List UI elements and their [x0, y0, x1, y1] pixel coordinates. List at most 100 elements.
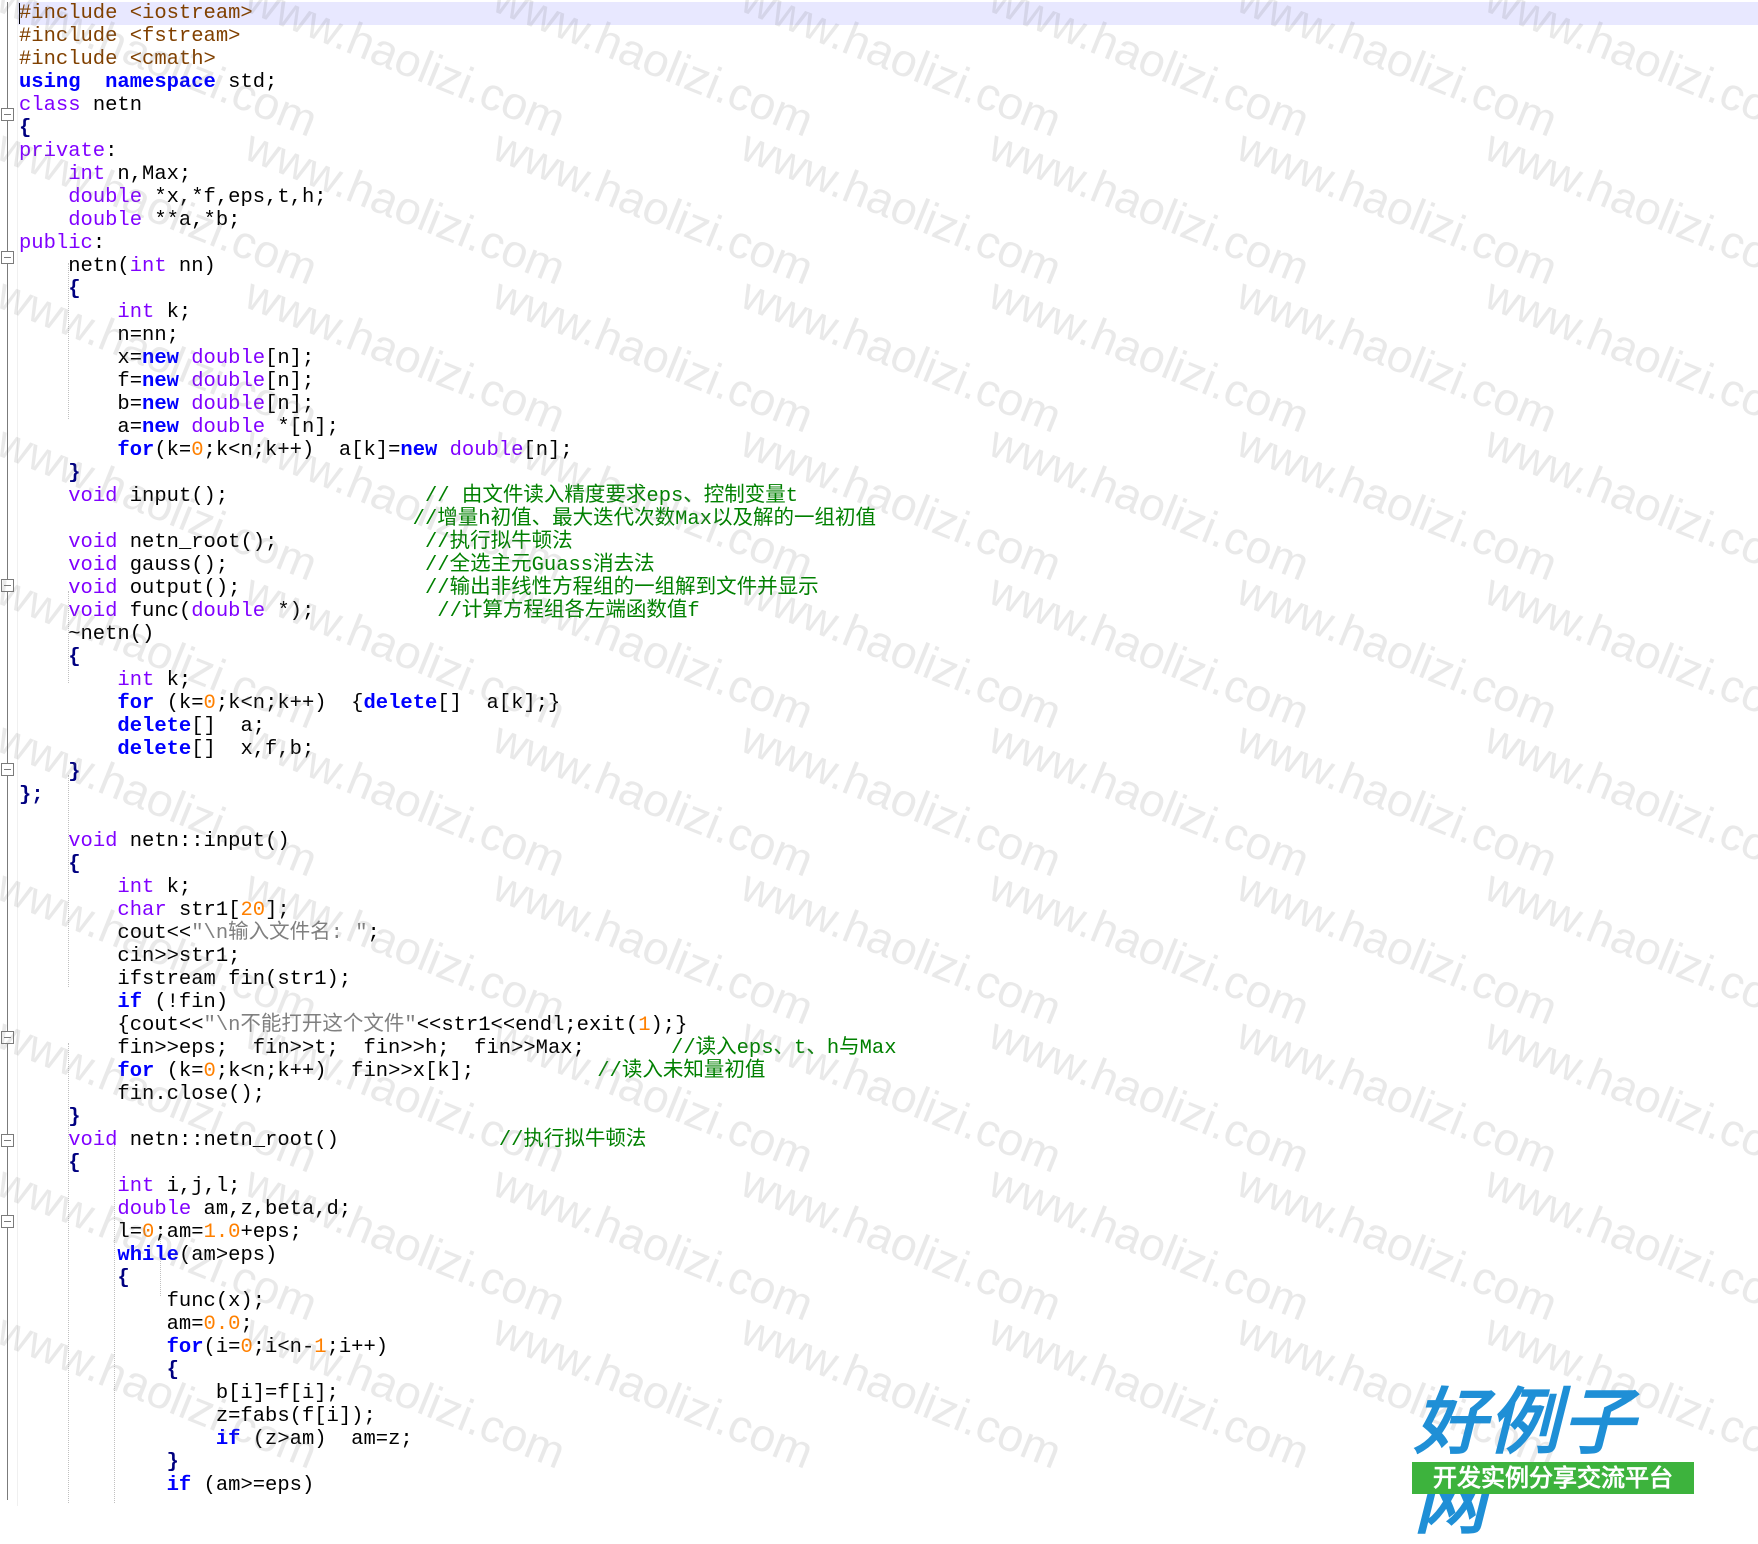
- code-token: }: [68, 761, 81, 784]
- code-token: fin.close();: [19, 1083, 266, 1106]
- code-line[interactable]: for (k=0;k<n;k++) {delete[] a[k];}: [19, 692, 897, 715]
- fold-toggle-icon[interactable]: [1, 763, 14, 776]
- code-line[interactable]: for (k=0;k<n;k++) fin>>x[k]; //读入未知量初值: [19, 1060, 897, 1083]
- code-line[interactable]: void netn_root(); //执行拟牛顿法: [19, 531, 897, 554]
- code-line[interactable]: cin>>str1;: [19, 945, 897, 968]
- code-line[interactable]: void netn::input(): [19, 830, 897, 853]
- code-line[interactable]: //增量h初值、最大迭代次数Max以及解的一组初值: [19, 508, 897, 531]
- code-line[interactable]: }: [19, 761, 897, 784]
- code-line[interactable]: f=new double[n];: [19, 370, 897, 393]
- code-line[interactable]: void gauss(); //全选主元Guass消去法: [19, 554, 897, 577]
- code-line[interactable]: [19, 807, 897, 830]
- code-line[interactable]: func(x);: [19, 1290, 897, 1313]
- code-line[interactable]: };: [19, 784, 897, 807]
- code-line[interactable]: a=new double *[n];: [19, 416, 897, 439]
- code-line[interactable]: netn(int nn): [19, 255, 897, 278]
- code-line[interactable]: {: [19, 646, 897, 669]
- code-line[interactable]: void input(); // 由文件读入精度要求eps、控制变量t: [19, 485, 897, 508]
- code-token: netn::input(): [117, 830, 290, 853]
- code-line[interactable]: while(am>eps): [19, 1244, 897, 1267]
- code-line[interactable]: using namespace std;: [19, 71, 897, 94]
- code-line[interactable]: int i,j,l;: [19, 1175, 897, 1198]
- code-token: for: [166, 1336, 204, 1359]
- code-line[interactable]: l=0;am=1.0+eps;: [19, 1221, 897, 1244]
- code-token: ~netn(): [19, 623, 155, 646]
- code-line[interactable]: b=new double[n];: [19, 393, 897, 416]
- code-line[interactable]: cout<<"\n输入文件名: ";: [19, 922, 897, 945]
- code-text-area[interactable]: #include <iostream> #include <fstream> #in…: [19, 2, 897, 1497]
- code-token: new: [142, 347, 179, 370]
- code-line[interactable]: x=new double[n];: [19, 347, 897, 370]
- code-line[interactable]: fin>>eps; fin>>t; fin>>h; fin>>Max; //读入…: [19, 1037, 896, 1060]
- code-line[interactable]: double **a,*b;: [19, 209, 897, 232]
- fold-toggle-icon[interactable]: [1, 579, 14, 592]
- code-line[interactable]: for(k=0;k<n;k++) a[k]=new double[n];: [19, 439, 897, 462]
- code-line[interactable]: {: [19, 1267, 897, 1290]
- code-line[interactable]: {: [19, 117, 897, 140]
- code-token: }: [68, 1106, 81, 1129]
- code-line[interactable]: if (!fin): [19, 991, 897, 1014]
- fold-toggle-icon[interactable]: [1, 1215, 14, 1228]
- code-token: nn): [166, 255, 216, 278]
- code-line[interactable]: b[i]=f[i];: [19, 1382, 897, 1405]
- code-token: );}: [650, 1014, 688, 1037]
- code-line[interactable]: int k;: [19, 669, 897, 692]
- code-token: str1[: [166, 899, 241, 922]
- text-caret: [19, 3, 20, 24]
- code-line[interactable]: int k;: [19, 301, 897, 324]
- code-line[interactable]: #include <fstream>: [19, 25, 897, 48]
- code-line[interactable]: delete[] x,f,b;: [19, 738, 897, 761]
- code-token: void: [68, 554, 118, 577]
- fold-gutter[interactable]: [0, 0, 18, 1506]
- code-line[interactable]: z=fabs(f[i]);: [19, 1405, 897, 1428]
- code-line[interactable]: void netn::netn_root() //执行拟牛顿法: [19, 1129, 897, 1152]
- code-line[interactable]: public:: [19, 232, 897, 255]
- code-line[interactable]: {: [19, 278, 897, 301]
- code-line[interactable]: void output(); //输出非线性方程组的一组解到文件并显示: [19, 577, 897, 600]
- code-line[interactable]: ifstream fin(str1);: [19, 968, 897, 991]
- code-line[interactable]: #include <cmath>: [19, 48, 897, 71]
- code-line[interactable]: int k;: [19, 876, 897, 899]
- code-line[interactable]: {: [19, 1152, 897, 1175]
- code-token: fin>>eps; fin>>t; fin>>h; fin>>Max;: [19, 1037, 672, 1060]
- fold-toggle-icon[interactable]: [1, 1134, 14, 1147]
- code-token: "\n输入文件名: ": [191, 922, 368, 945]
- code-token: [] x,f,b;: [191, 738, 315, 761]
- fold-toggle-icon[interactable]: [1, 1031, 14, 1044]
- code-line[interactable]: double *x,*f,eps,t,h;: [19, 186, 897, 209]
- code-line[interactable]: {cout<<"\n不能打开这个文件"<<str1<<endl;exit(1);…: [19, 1014, 897, 1037]
- code-line[interactable]: class netn: [19, 94, 897, 117]
- code-line[interactable]: delete[] a;: [19, 715, 897, 738]
- code-line[interactable]: am=0.0;: [19, 1313, 897, 1336]
- code-token: (am>=eps): [191, 1474, 315, 1497]
- code-token: double: [191, 370, 266, 393]
- code-line[interactable]: if (am>=eps): [19, 1474, 897, 1497]
- code-line[interactable]: n=nn;: [19, 324, 897, 347]
- code-token: l=: [19, 1221, 143, 1244]
- code-line[interactable]: }: [19, 1451, 897, 1474]
- code-line[interactable]: double am,z,beta,d;: [19, 1198, 897, 1221]
- code-line[interactable]: #include <iostream>: [19, 2, 897, 25]
- fold-toggle-icon[interactable]: [1, 108, 14, 121]
- code-line[interactable]: for(i=0;i<n-1;i++): [19, 1336, 897, 1359]
- code-line[interactable]: {: [19, 853, 897, 876]
- code-line[interactable]: fin.close();: [19, 1083, 897, 1106]
- code-line[interactable]: if (z>am) am=z;: [19, 1428, 897, 1451]
- code-editor[interactable]: #include <iostream> #include <fstream> #in…: [0, 0, 1758, 1506]
- code-line[interactable]: {: [19, 1359, 897, 1382]
- fold-toggle-icon[interactable]: [1, 251, 14, 264]
- code-line[interactable]: int n,Max;: [19, 163, 897, 186]
- code-token: {: [68, 1152, 81, 1175]
- code-line[interactable]: ~netn(): [19, 623, 897, 646]
- code-line[interactable]: private:: [19, 140, 897, 163]
- code-line[interactable]: char str1[20];: [19, 899, 897, 922]
- code-line[interactable]: void func(double *); //计算方程组各左端函数值f: [19, 600, 897, 623]
- code-line[interactable]: }: [19, 1106, 897, 1129]
- code-token: {: [68, 278, 81, 301]
- code-token: // 由文件读入精度要求eps、控制变量t: [425, 485, 799, 508]
- code-line[interactable]: }: [19, 462, 897, 485]
